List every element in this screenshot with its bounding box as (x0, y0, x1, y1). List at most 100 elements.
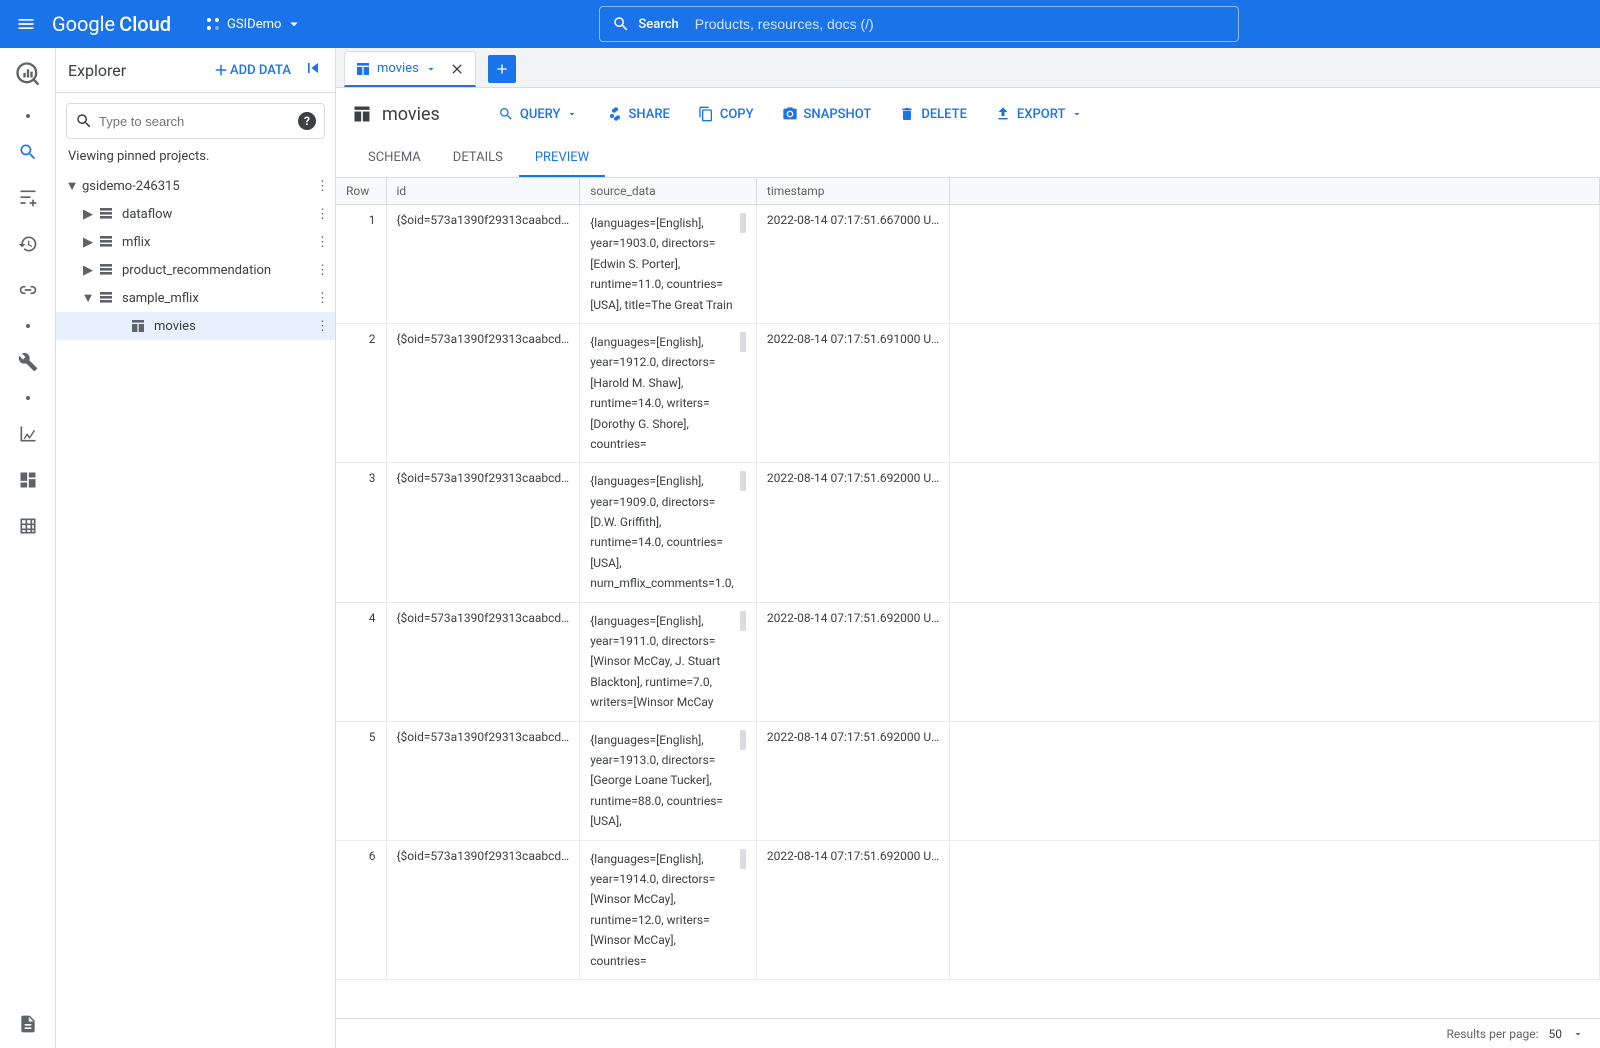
cell-blank (950, 840, 1600, 979)
explorer-search[interactable]: ? (66, 103, 325, 139)
resize-handle[interactable] (740, 730, 746, 750)
kebab-icon[interactable]: ⋮ (316, 319, 329, 334)
grid-wrap[interactable]: Row id source_data timestamp 1{$oid=573a… (336, 178, 1600, 1018)
kebab-icon[interactable]: ⋮ (316, 179, 329, 194)
col-id[interactable]: id (386, 178, 580, 205)
cell-row: 4 (336, 602, 386, 721)
search-box[interactable]: Search (599, 6, 1239, 42)
table-row[interactable]: 5{$oid=573a1390f29313caabcd…{languages=[… (336, 721, 1600, 840)
expand-icon[interactable]: ▼ (62, 178, 82, 194)
tree-item-sample_mflix[interactable]: ▼sample_mflix⋮ (56, 284, 335, 312)
resize-handle[interactable] (740, 213, 746, 233)
rail-wrench-icon[interactable] (16, 350, 40, 374)
tree-item-dataflow[interactable]: ▶ dataflow⋮ (56, 200, 335, 228)
new-tab-button[interactable] (488, 55, 516, 83)
rail-search-icon[interactable] (16, 140, 40, 164)
chevron-down-icon[interactable] (425, 63, 437, 75)
close-icon[interactable] (449, 61, 465, 77)
col-timestamp[interactable]: timestamp (756, 178, 949, 205)
subtabs: SCHEMA DETAILS PREVIEW (336, 140, 1600, 178)
table-icon (355, 61, 371, 77)
col-row[interactable]: Row (336, 178, 386, 205)
delete-button[interactable]: DELETE (899, 106, 967, 122)
project-picker[interactable]: GSIDemo (195, 9, 319, 39)
project-name: GSIDemo (227, 17, 281, 32)
cell-blank (950, 721, 1600, 840)
tree-item-movies[interactable]: movies⋮ (56, 312, 335, 340)
tree-item-gsidemo-246315[interactable]: ▼gsidemo-246315⋮ (56, 172, 335, 200)
tab-movies[interactable]: movies (344, 51, 476, 87)
share-button[interactable]: SHARE (606, 106, 669, 122)
rail-dot-1 (26, 114, 30, 118)
cell-id: {$oid=573a1390f29313caabcd… (386, 323, 580, 462)
table-icon (130, 318, 148, 334)
cell-timestamp: 2022-08-14 07:17:51.692000 U… (756, 602, 949, 721)
table-row[interactable]: 3{$oid=573a1390f29313caabcd…{languages=[… (336, 463, 1600, 602)
logo[interactable]: Google Cloud (52, 12, 171, 36)
rail-history-icon[interactable] (16, 232, 40, 256)
tree-label: dataflow (122, 207, 316, 222)
tree-item-mflix[interactable]: ▶ mflix⋮ (56, 228, 335, 256)
explorer-search-input[interactable] (99, 114, 298, 129)
table-row[interactable]: 4{$oid=573a1390f29313caabcd…{languages=[… (336, 602, 1600, 721)
add-data-button[interactable]: ADD DATA (212, 61, 291, 79)
kebab-icon[interactable]: ⋮ (316, 207, 329, 222)
table-icon (352, 104, 372, 124)
cell-timestamp: 2022-08-14 07:17:51.691000 U… (756, 323, 949, 462)
results-per-page-label: Results per page: (1447, 1027, 1539, 1041)
rail-dashboard-icon[interactable] (16, 468, 40, 492)
project-tree: ▼gsidemo-246315⋮▶dataflow⋮▶mflix⋮▶produc… (56, 172, 335, 1048)
results-per-page-value[interactable]: 50 (1549, 1027, 1563, 1041)
expand-icon[interactable]: ▶ (78, 235, 98, 250)
rail-settings-icon[interactable] (16, 186, 40, 210)
chevron-down-icon[interactable] (1572, 1028, 1584, 1040)
snapshot-button[interactable]: SNAPSHOT (782, 106, 872, 122)
kebab-icon[interactable]: ⋮ (316, 263, 329, 278)
cell-source-data: {languages=[English], year=1909.0, direc… (580, 463, 757, 602)
cell-row: 6 (336, 840, 386, 979)
main-area: movies movies QUERY SHARE (336, 48, 1600, 1048)
dataset-icon (98, 206, 116, 222)
tree-label: movies (154, 319, 316, 334)
viewing-label: Viewing pinned projects. (56, 149, 335, 172)
search-input[interactable] (695, 16, 1227, 32)
resize-handle[interactable] (740, 471, 746, 491)
resize-handle[interactable] (740, 849, 746, 869)
rail-analytics-icon[interactable] (16, 422, 40, 446)
export-icon (995, 106, 1011, 122)
rail-notes-icon[interactable] (16, 1012, 40, 1036)
col-source[interactable]: source_data (580, 178, 757, 205)
copy-icon (698, 106, 714, 122)
col-blank (950, 178, 1600, 205)
expand-icon[interactable]: ▶ (78, 207, 98, 222)
hamburger-icon[interactable] (8, 6, 44, 42)
explorer-panel: Explorer ADD DATA ? Viewing pinned proje… (56, 48, 336, 1048)
rail-grid-icon[interactable] (16, 514, 40, 538)
tab-details[interactable]: DETAILS (437, 140, 519, 177)
rail-link-icon[interactable] (16, 278, 40, 302)
resize-handle[interactable] (740, 332, 746, 352)
logo-text-1: Google (52, 12, 115, 36)
collapse-panel-icon[interactable] (303, 58, 323, 82)
resize-handle[interactable] (740, 611, 746, 631)
kebab-icon[interactable]: ⋮ (316, 235, 329, 250)
cell-source-data: {languages=[English], year=1911.0, direc… (580, 602, 757, 721)
expand-icon[interactable]: ▼ (78, 290, 98, 306)
table-row[interactable]: 6{$oid=573a1390f29313caabcd…{languages=[… (336, 840, 1600, 979)
help-icon[interactable]: ? (298, 112, 316, 130)
tree-label: mflix (122, 235, 316, 250)
tab-preview[interactable]: PREVIEW (519, 140, 605, 177)
tree-item-product_recommendation[interactable]: ▶product_recommendation⋮ (56, 256, 335, 284)
cell-source-data: {languages=[English], year=1903.0, direc… (580, 205, 757, 324)
table-row[interactable]: 2{$oid=573a1390f29313caabcd…{languages=[… (336, 323, 1600, 462)
table-row[interactable]: 1{$oid=573a1390f29313caabcd…{languages=[… (336, 205, 1600, 324)
export-button[interactable]: EXPORT (995, 106, 1083, 122)
bigquery-icon[interactable] (10, 56, 46, 92)
expand-icon[interactable]: ▶ (78, 263, 98, 278)
query-button[interactable]: QUERY (498, 106, 579, 122)
cell-id: {$oid=573a1390f29313caabcd… (386, 463, 580, 602)
cell-source-data: {languages=[English], year=1912.0, direc… (580, 323, 757, 462)
copy-button[interactable]: COPY (698, 106, 754, 122)
kebab-icon[interactable]: ⋮ (316, 291, 329, 306)
tab-schema[interactable]: SCHEMA (352, 140, 437, 177)
